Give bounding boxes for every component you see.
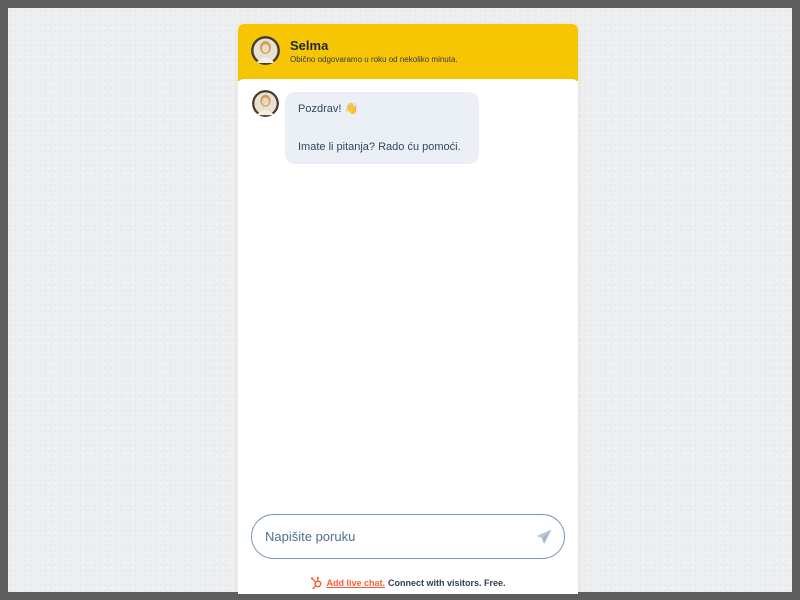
message-bubble: Pozdrav! 👋 Imate li pitanja? Rado ću pom… [285, 92, 479, 164]
avatar-portrait-icon [252, 90, 279, 117]
page-background: Selma Obično odgovaramo u roku od nekoli… [0, 0, 800, 600]
message-input[interactable] [265, 529, 515, 544]
response-time-note: Obično odgovaramo u roku od nekoliko min… [290, 55, 458, 64]
avatar-portrait-icon [251, 36, 280, 65]
message-composer[interactable] [251, 514, 565, 559]
agent-name: Selma [290, 38, 329, 53]
add-live-chat-link[interactable]: Add live chat. [326, 578, 385, 588]
footer-tagline: Connect with visitors. Free. [387, 577, 506, 588]
hubspot-sprocket-icon [311, 576, 322, 589]
message-question: Imate li pitanja? Rado ću pomoći. [298, 141, 461, 153]
chat-widget: Selma Obično odgovaramo u roku od nekoli… [238, 24, 578, 594]
chat-header: Selma Obično odgovaramo u roku od nekoli… [238, 24, 578, 81]
send-button[interactable] [534, 527, 554, 547]
message-avatar [252, 90, 279, 117]
message-greeting: Pozdrav! 👋 [298, 103, 359, 115]
branding-footer: Add live chat. Connect with visitors. Fr… [238, 576, 578, 592]
agent-avatar [251, 36, 280, 65]
send-icon [536, 529, 552, 544]
